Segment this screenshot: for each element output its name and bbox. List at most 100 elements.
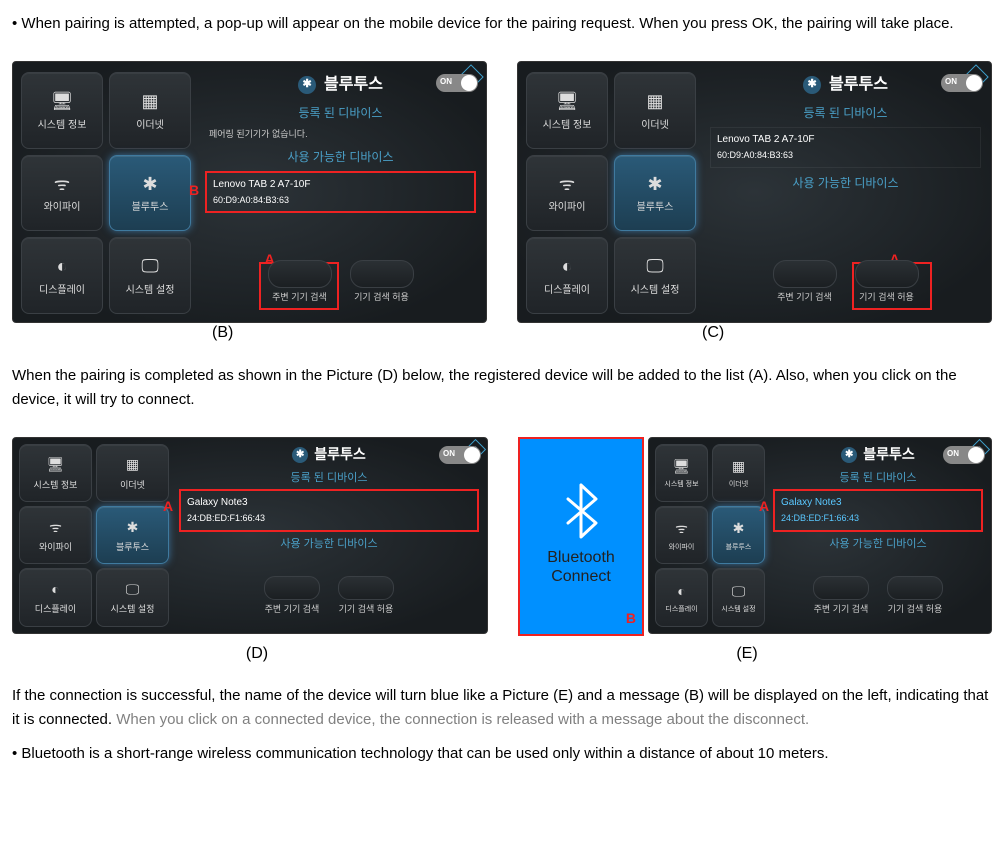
button-allow-discovery[interactable] xyxy=(855,260,919,288)
section-available: 사용 가능한 디바이스 xyxy=(203,148,478,167)
tile-system-settings[interactable]: 🖵시스템 설정 xyxy=(109,237,191,314)
registered-device-galaxy[interactable]: Galaxy Note3 24:DB:ED:F1:66:43 xyxy=(179,489,479,531)
bluetooth-toggle[interactable] xyxy=(436,74,478,92)
panel-header: ✱ 블루투스 xyxy=(708,72,983,98)
device-name: Lenovo TAB 2 A7-10F xyxy=(717,132,974,148)
tile-bluetooth[interactable]: ✱블루투스 xyxy=(109,155,191,232)
screenshot-c: ◆ 🖥시스템 정보 ▦이더넷 ᯤ와이파이 ✱블루투스 ◐디스플레이 🖵시스템 설… xyxy=(517,61,992,323)
screenshot-row-de: ◆ 🖥시스템 정보 ▦이더넷 ᯤ와이파이 ✱블루투스 ◐디스플레이 🖵시스템 설… xyxy=(12,437,992,636)
panel-title: 블루투스 xyxy=(324,72,383,98)
caption-row-bc: (B) (C) xyxy=(12,320,992,346)
tile-label: 디스플레이 xyxy=(39,283,85,299)
button-scan-devices[interactable] xyxy=(813,576,869,600)
screenshot-d: ◆ 🖥시스템 정보 ▦이더넷 ᯤ와이파이 ✱블루투스 ◐디스플레이 🖵시스템 설… xyxy=(12,437,488,634)
wifi-icon: ᯤ xyxy=(559,170,575,199)
tile-display[interactable]: ◐ 디스플레이 xyxy=(21,237,103,314)
screenshot-e: ◆ 🖥시스템 정보 ▦이더넷 ᯤ와이파이 ✱블루투스 ◐디스플레이 🖵시스템 설… xyxy=(648,437,992,634)
button-label: 기기 검색 허용 xyxy=(338,602,394,616)
button-allow-discovery[interactable] xyxy=(338,576,394,600)
connected-device-galaxy[interactable]: Galaxy Note3 24:DB:ED:F1:66:43 xyxy=(773,489,983,531)
screenshot-b: ◆ 🖥시스템 정보 ▦이더넷 ᯤ와이파이 ✱블루투스 ◐디스플레이 🖵시스템 설… xyxy=(12,61,487,323)
display-icon: ◐ xyxy=(677,580,685,602)
tile-system-settings[interactable]: 🖵시스템 설정 xyxy=(614,237,696,314)
button-allow-discovery[interactable] xyxy=(887,576,943,600)
tile-label: 와이파이 xyxy=(39,540,72,554)
tile-system-settings[interactable]: 🖵시스템 설정 xyxy=(96,568,169,626)
tile-label: 디스플레이 xyxy=(544,283,590,299)
button-label: 주변 기기 검색 xyxy=(813,602,869,616)
tile-wifi[interactable]: ᯤ와이파이 xyxy=(21,155,103,232)
no-paired-text: 페어링 된기기가 없습니다. xyxy=(209,127,472,141)
bottom-buttons-d: 주변 기기 검색 기기 검색 허용 xyxy=(177,583,481,623)
tile-bluetooth[interactable]: ✱블루투스 xyxy=(96,506,169,564)
monitor-icon: 🖥 xyxy=(47,453,65,475)
bottom-buttons-b: A 주변 기기 검색 기기 검색 허용 xyxy=(203,264,478,310)
tile-label: 시스템 정보 xyxy=(34,478,78,492)
tile-wifi[interactable]: ᯤ와이파이 xyxy=(526,155,608,232)
tile-system-info[interactable]: 🖥시스템 정보 xyxy=(21,72,103,149)
tile-display[interactable]: ◐ 디스플레이 xyxy=(526,237,608,314)
sidebar-b: 🖥시스템 정보 ▦이더넷 ᯤ와이파이 ✱블루투스 ◐ 디스플레이 🖵시스템 설정 xyxy=(21,72,191,314)
tile-system-info[interactable]: 🖥시스템 정보 xyxy=(526,72,608,149)
tile-label: 시스템 정보 xyxy=(543,118,592,134)
bluetooth-icon: ✱ xyxy=(142,170,157,199)
panel-e: ✱ 블루투스 등록 된 디바이스 A Galaxy Note3 24:DB:ED… xyxy=(771,444,985,627)
tile-wifi[interactable]: ᯤ 와이파이 xyxy=(19,506,92,564)
settings-icon: 🖵 xyxy=(126,578,140,600)
section-available: 사용 가능한 디바이스 xyxy=(771,536,985,554)
button-label: 주변 기기 검색 xyxy=(773,290,837,304)
tile-display[interactable]: ◐디스플레이 xyxy=(19,568,92,626)
bluetooth-circle-icon: ✱ xyxy=(803,76,821,94)
panel-header: ✱ 블루투스 xyxy=(203,72,478,98)
annotation-A: A xyxy=(163,495,173,517)
button-scan-devices[interactable] xyxy=(268,260,332,288)
bluetooth-icon: ✱ xyxy=(733,517,745,539)
button-allow-discovery[interactable] xyxy=(350,260,414,288)
button-scan-devices[interactable] xyxy=(773,260,837,288)
display-icon: ◐ xyxy=(562,252,573,281)
registered-device-lenovo[interactable]: Lenovo TAB 2 A7-10F 60:D9:A0:84:B3:63 xyxy=(710,127,981,167)
tile-system-info[interactable]: 🖥 시스템 정보 xyxy=(19,444,92,502)
tile-ethernet[interactable]: ▦이더넷 xyxy=(109,72,191,149)
annotation-B: B xyxy=(626,607,636,629)
tile-bluetooth[interactable]: ✱블루투스 xyxy=(614,155,696,232)
available-device-lenovo[interactable]: Lenovo TAB 2 A7-10F 60:D9:A0:84:B3:63 xyxy=(205,171,476,213)
button-scan-devices[interactable] xyxy=(264,576,320,600)
wifi-icon: ᯤ xyxy=(54,170,70,199)
tile-system-settings[interactable]: 🖵시스템 설정 xyxy=(712,568,765,626)
bluetooth-icon: ✱ xyxy=(647,170,662,199)
tile-label: 시스템 설정 xyxy=(631,283,680,299)
paragraph-4: • Bluetooth is a short-range wireless co… xyxy=(12,742,992,766)
display-icon: ◐ xyxy=(57,252,68,281)
tile-wifi[interactable]: ᯤ와이파이 xyxy=(655,506,708,564)
bluetooth-toggle[interactable] xyxy=(439,446,481,464)
tile-display[interactable]: ◐디스플레이 xyxy=(655,568,708,626)
device-address: 24:DB:ED:F1:66:43 xyxy=(781,511,975,525)
tile-label: 블루투스 xyxy=(637,200,674,216)
tile-ethernet[interactable]: ▦이더넷 xyxy=(712,444,765,502)
paragraph-3b: When you click on a connected device, th… xyxy=(116,711,809,728)
bluetooth-circle-icon: ✱ xyxy=(292,447,308,463)
bluetooth-toggle[interactable] xyxy=(941,74,983,92)
bottom-buttons-c: A 주변 기기 검색 기기 검색 허용 xyxy=(708,264,983,310)
tile-label: 디스플레이 xyxy=(35,602,76,616)
tile-label: 시스템 정보 xyxy=(38,118,87,134)
device-name: Galaxy Note3 xyxy=(781,495,975,511)
caption-d: (D) xyxy=(12,641,502,667)
tile-bluetooth[interactable]: ✱블루투스 xyxy=(712,506,765,564)
device-name: Lenovo TAB 2 A7-10F xyxy=(213,177,468,193)
button-label: 기기 검색 허용 xyxy=(350,290,414,304)
tile-ethernet[interactable]: ▦이더넷 xyxy=(614,72,696,149)
tile-ethernet[interactable]: ▦이더넷 xyxy=(96,444,169,502)
section-available: 사용 가능한 디바이스 xyxy=(177,536,481,554)
wifi-icon: ᯤ xyxy=(49,516,62,538)
bluetooth-toggle[interactable] xyxy=(943,446,985,464)
sidebar-c: 🖥시스템 정보 ▦이더넷 ᯤ와이파이 ✱블루투스 ◐ 디스플레이 🖵시스템 설정 xyxy=(526,72,696,314)
settings-icon: 🖵 xyxy=(141,252,158,281)
caption-c: (C) xyxy=(502,320,992,346)
button-label: 기기 검색 허용 xyxy=(855,290,919,304)
button-label: 기기 검색 허용 xyxy=(887,602,943,616)
tile-system-info[interactable]: 🖥시스템 정보 xyxy=(655,444,708,502)
paragraph-2: When the pairing is completed as shown i… xyxy=(12,364,992,412)
wifi-icon: ᯤ xyxy=(675,517,688,539)
